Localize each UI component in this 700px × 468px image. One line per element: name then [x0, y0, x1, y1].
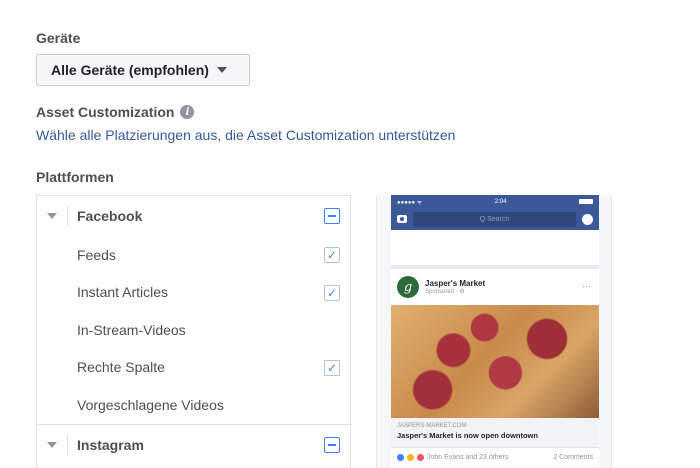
- feeds-checkbox[interactable]: ✓: [324, 247, 340, 263]
- ad-preview: ●●●●● ᯤ 2:04 Q Search g Jasper's Market …: [376, 195, 612, 468]
- collapse-triangle-icon[interactable]: [47, 213, 57, 219]
- composer-placeholder: [391, 230, 599, 265]
- like-reaction-icon: [397, 453, 404, 461]
- right-column-checkbox[interactable]: ✓: [324, 359, 340, 376]
- placement-in-stream-videos[interactable]: In-Stream-Videos: [37, 311, 350, 349]
- platform-group-instagram: Instagram: [37, 425, 350, 465]
- post-header: g Jasper's Market Sponsored · ⚙ ···: [391, 269, 599, 305]
- asset-customization-heading: Asset Customization i: [36, 104, 195, 120]
- select-asset-placements-link[interactable]: Wähle alle Platzierungen aus, die Asset …: [36, 127, 455, 143]
- placement-instant-articles[interactable]: Instant Articles ✓: [37, 274, 350, 312]
- facebook-partial-checkbox[interactable]: [324, 208, 340, 224]
- placement-label: Rechte Spalte: [77, 359, 165, 376]
- clock: 2:04: [494, 198, 507, 205]
- love-reaction-icon: [417, 453, 424, 461]
- facebook-top-bar: Q Search: [391, 208, 599, 230]
- divider: [67, 434, 68, 455]
- divider: [67, 206, 68, 226]
- devices-dropdown-value: Alle Geräte (empfohlen): [51, 62, 209, 78]
- status-bar: ●●●●● ᯤ 2:04: [391, 195, 599, 208]
- devices-label: Geräte: [36, 30, 81, 46]
- link-headline: Jasper's Market is now open downtown: [397, 431, 538, 440]
- placement-label: In-Stream-Videos: [77, 321, 186, 338]
- wow-reaction-icon: [407, 453, 414, 461]
- link-preview: JASPERS-MARKET.COM Jasper's Market is no…: [391, 418, 599, 448]
- instagram-partial-checkbox[interactable]: [324, 436, 340, 453]
- reactions-text: John Evans and 23 others: [427, 453, 509, 461]
- placement-suggested-videos[interactable]: Vorgeschlagene Videos: [37, 386, 350, 424]
- placement-right-column[interactable]: Rechte Spalte ✓: [37, 349, 350, 387]
- reactions-summary: John Evans and 23 others: [397, 453, 509, 461]
- info-icon[interactable]: i: [180, 105, 195, 119]
- asset-customization-label: Asset Customization: [36, 104, 175, 120]
- minus-icon: [328, 443, 336, 446]
- placement-feeds[interactable]: Feeds ✓: [37, 236, 350, 274]
- comments-count: 2 Comments: [553, 453, 593, 461]
- placement-label: Instant Articles: [77, 284, 169, 301]
- platform-name: Instagram: [77, 436, 144, 453]
- ad-post: g Jasper's Market Sponsored · ⚙ ··· JASP…: [391, 269, 599, 468]
- check-icon: ✓: [326, 248, 338, 262]
- messenger-icon: [582, 213, 593, 225]
- collapse-triangle-icon[interactable]: [47, 441, 57, 448]
- link-domain: JASPERS-MARKET.COM: [397, 423, 467, 429]
- sponsored-label: Sponsored · ⚙: [425, 289, 465, 295]
- page-logo: g: [397, 276, 419, 298]
- post-footer: John Evans and 23 others 2 Comments: [391, 448, 599, 466]
- battery-icon: [578, 199, 593, 204]
- ad-image: [391, 305, 599, 418]
- caret-down-icon: [216, 67, 227, 73]
- platforms-label: Plattformen: [36, 169, 114, 185]
- placement-label: Feeds: [77, 246, 116, 263]
- camera-icon: [397, 215, 407, 223]
- platform-name: Facebook: [77, 208, 143, 224]
- more-options-icon: ···: [582, 281, 591, 291]
- search-bar: Q Search: [413, 211, 576, 227]
- phone-screen: ●●●●● ᯤ 2:04 Q Search g Jasper's Market …: [391, 195, 599, 468]
- minus-icon: [328, 215, 336, 217]
- placement-label: Vorgeschlagene Videos: [77, 396, 224, 413]
- page-name: Jasper's Market: [425, 279, 486, 288]
- check-icon: ✓: [326, 285, 338, 300]
- platform-group-facebook: Facebook: [37, 196, 350, 236]
- instant-articles-checkbox[interactable]: ✓: [324, 284, 340, 301]
- signal-indicator: ●●●●● ᯤ: [397, 199, 423, 206]
- platform-list: Facebook Feeds ✓ Instant Articles ✓ In-S…: [36, 195, 351, 468]
- check-icon: ✓: [326, 360, 338, 375]
- devices-dropdown[interactable]: Alle Geräte (empfohlen): [36, 54, 250, 86]
